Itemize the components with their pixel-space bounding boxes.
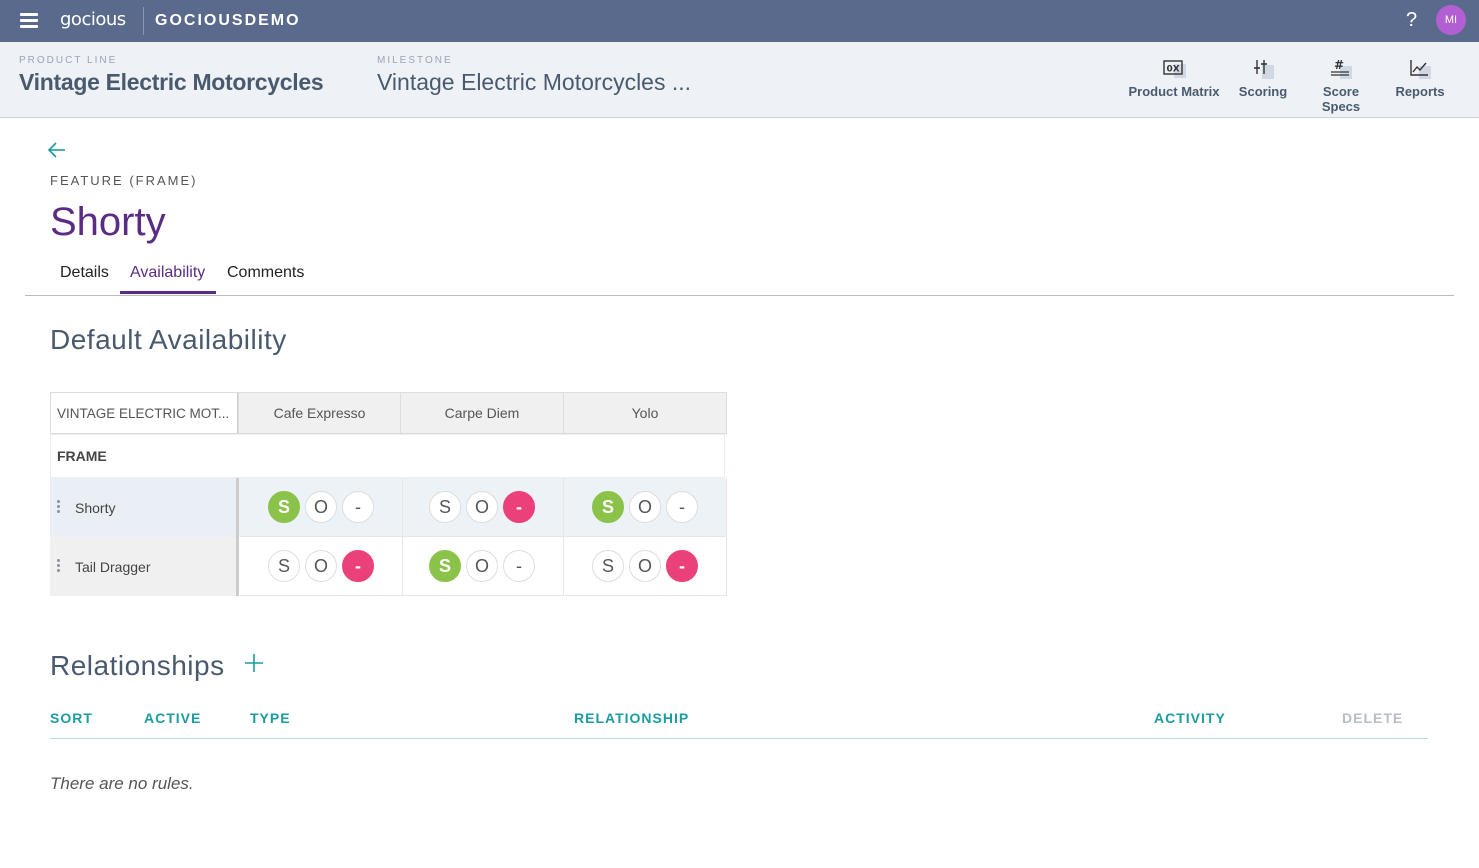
- grid-column-header: Carpe Diem: [400, 392, 564, 434]
- standard-option[interactable]: S: [592, 550, 624, 582]
- page-title: Shorty: [50, 200, 166, 244]
- availability-cell: SO-: [401, 537, 564, 596]
- standard-option[interactable]: S: [592, 491, 624, 523]
- tenant-name: GOCIOUSDEMO: [155, 12, 301, 29]
- empty-rules-message: There are no rules.: [50, 774, 194, 793]
- product-line-label: PRODUCT LINE: [19, 55, 118, 66]
- grid-corner-header: VINTAGE ELECTRIC MOT...: [50, 392, 240, 434]
- not-available-option[interactable]: -: [503, 491, 535, 523]
- optional-option[interactable]: O: [629, 491, 661, 523]
- standard-option[interactable]: S: [268, 550, 300, 582]
- column-header-type[interactable]: TYPE: [250, 710, 291, 726]
- help-icon[interactable]: ?: [1406, 9, 1417, 32]
- column-header-relationship[interactable]: RELATIONSHIP: [574, 710, 689, 726]
- feature-type-label: FEATURE (FRAME): [50, 173, 198, 188]
- scoring-label: Scoring: [1238, 84, 1288, 99]
- optional-option[interactable]: O: [466, 550, 498, 582]
- relationships-title: Relationships: [50, 650, 225, 681]
- row-name: Tail Dragger: [75, 558, 151, 575]
- optional-option[interactable]: O: [305, 491, 337, 523]
- reports-button[interactable]: Reports: [1394, 58, 1446, 99]
- column-header-delete: DELETE: [1342, 710, 1404, 726]
- tab-details[interactable]: Details: [60, 264, 109, 282]
- tab-availability[interactable]: Availability: [130, 264, 205, 282]
- back-arrow-icon[interactable]: [46, 139, 68, 161]
- availability-cell: SO-: [240, 537, 403, 596]
- reports-icon: [1394, 58, 1446, 80]
- not-available-option[interactable]: -: [342, 550, 374, 582]
- user-avatar[interactable]: MI: [1436, 5, 1466, 35]
- app-logo[interactable]: gocious: [60, 9, 126, 30]
- standard-option[interactable]: S: [429, 550, 461, 582]
- product-matrix-button[interactable]: 0X Product Matrix: [1126, 58, 1222, 99]
- grid-column-header: Cafe Expresso: [238, 392, 401, 434]
- top-bar: gocious GOCIOUSDEMO ? MI: [0, 0, 1479, 42]
- standard-option[interactable]: S: [268, 491, 300, 523]
- column-header-activity[interactable]: ACTIVITY: [1154, 710, 1226, 726]
- svg-text:#: #: [1334, 58, 1344, 72]
- relationships-table-header: SORT ACTIVE TYPE RELATIONSHIP ACTIVITY D…: [50, 700, 1428, 739]
- table-row: Tail Dragger SO- SO- SO-: [50, 537, 727, 596]
- milestone-value[interactable]: Vintage Electric Motorcycles ...: [377, 69, 691, 96]
- availability-cell: SO-: [564, 478, 727, 537]
- add-relationship-icon[interactable]: [243, 652, 265, 674]
- scoring-button[interactable]: Scoring: [1238, 58, 1288, 99]
- grid-column-header: Yolo: [563, 392, 727, 434]
- availability-cell: SO-: [564, 537, 727, 596]
- row-name-cell: Shorty: [50, 478, 239, 537]
- milestone-label: MILESTONE: [377, 55, 453, 66]
- table-row: Shorty SO- SO- SO-: [50, 478, 727, 537]
- product-line-value[interactable]: Vintage Electric Motorcycles: [19, 69, 324, 96]
- column-header-sort[interactable]: SORT: [50, 710, 93, 726]
- not-available-option[interactable]: -: [342, 491, 374, 523]
- optional-option[interactable]: O: [466, 491, 498, 523]
- group-row-frame: FRAME: [50, 434, 725, 478]
- column-header-active[interactable]: ACTIVE: [144, 710, 201, 726]
- product-matrix-label: Product Matrix: [1128, 84, 1220, 99]
- drag-handle-icon[interactable]: [57, 500, 60, 514]
- context-header: PRODUCT LINE Vintage Electric Motorcycle…: [0, 42, 1479, 118]
- default-availability-title: Default Availability: [50, 324, 287, 355]
- standard-option[interactable]: S: [429, 491, 461, 523]
- row-name-cell: Tail Dragger: [50, 537, 239, 596]
- not-available-option[interactable]: -: [666, 550, 698, 582]
- menu-icon[interactable]: [20, 13, 38, 29]
- not-available-option[interactable]: -: [503, 550, 535, 582]
- product-matrix-icon: 0X: [1126, 58, 1222, 80]
- tab-bar: Details Availability Comments: [25, 258, 1454, 296]
- reports-label: Reports: [1395, 84, 1445, 99]
- svg-text:0X: 0X: [1167, 65, 1180, 75]
- score-specs-label: Score Specs: [1321, 84, 1361, 114]
- scoring-icon: [1238, 58, 1288, 80]
- score-specs-icon: #: [1302, 58, 1380, 80]
- optional-option[interactable]: O: [629, 550, 661, 582]
- availability-cell: SO-: [240, 478, 403, 537]
- tab-comments[interactable]: Comments: [227, 264, 304, 282]
- active-tab-indicator: [120, 291, 216, 294]
- score-specs-button[interactable]: # Score Specs: [1302, 58, 1380, 114]
- availability-cell: SO-: [401, 478, 564, 537]
- logo-divider: [143, 7, 144, 35]
- optional-option[interactable]: O: [305, 550, 337, 582]
- drag-handle-icon[interactable]: [57, 559, 60, 573]
- row-name: Shorty: [75, 499, 116, 516]
- not-available-option[interactable]: -: [666, 491, 698, 523]
